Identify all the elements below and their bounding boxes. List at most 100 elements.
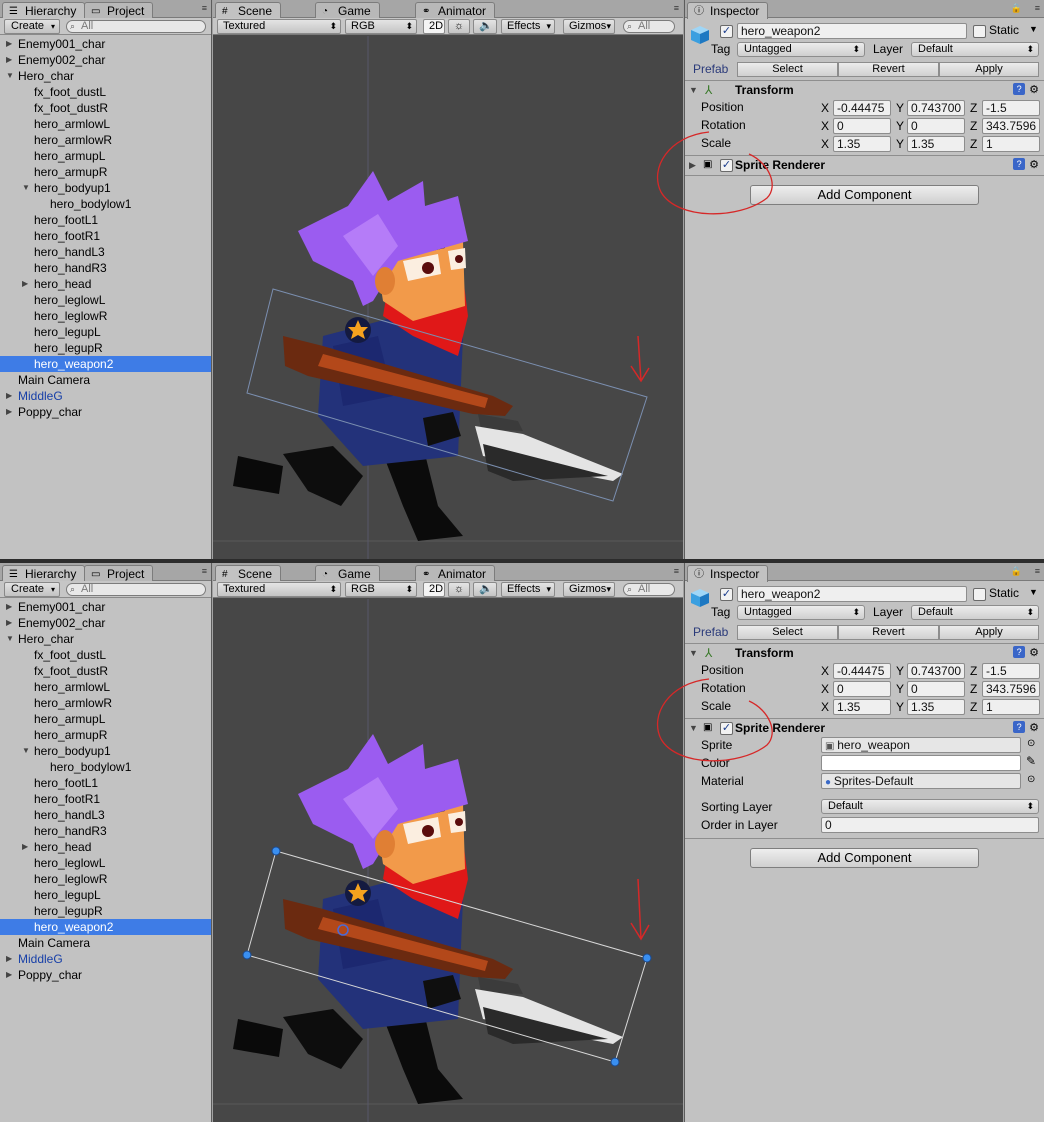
position-z-field[interactable]: -1.5 xyxy=(982,663,1040,679)
rect-handle-bottom-left[interactable] xyxy=(242,950,252,960)
hierarchy-search-input[interactable]: ⌕ All xyxy=(66,583,206,596)
scale-y-field[interactable]: 1.35 xyxy=(907,699,965,715)
prefab-revert-button[interactable]: Revert xyxy=(838,62,939,77)
hierarchy-item[interactable]: hero_legupL xyxy=(0,324,211,340)
caret-down-icon[interactable]: ▼ xyxy=(1029,24,1038,34)
foldout-collapsed-icon[interactable]: ▶ xyxy=(6,52,16,68)
hierarchy-item[interactable]: hero_weapon2 xyxy=(0,356,211,372)
gizmos-dropdown[interactable]: Gizmos ▾ xyxy=(563,19,615,34)
draw-mode-dropdown[interactable]: Textured ⬍ xyxy=(217,582,341,597)
lock-icon[interactable]: 🔒 xyxy=(1011,3,1022,14)
foldout-collapsed-icon[interactable]: ▶ xyxy=(6,388,16,404)
foldout-collapsed-icon[interactable]: ▶ xyxy=(6,599,16,615)
hierarchy-item[interactable]: hero_armupL xyxy=(0,148,211,164)
scene-search-input[interactable]: ⌕ All xyxy=(623,20,675,33)
position-x-field[interactable]: -0.44475 xyxy=(833,100,891,116)
prefab-select-button[interactable]: Select xyxy=(737,625,838,640)
sprite-object-field[interactable]: ▣ hero_weapon xyxy=(821,737,1021,753)
gizmos-dropdown[interactable]: Gizmos ▾ xyxy=(563,582,615,597)
hierarchy-search-input[interactable]: ⌕ All xyxy=(66,20,206,33)
hierarchy-item[interactable]: ▼ hero_bodyup1 xyxy=(0,743,211,759)
hierarchy-item[interactable]: hero_leglowL xyxy=(0,855,211,871)
hierarchy-item[interactable]: ▶ Enemy001_char xyxy=(0,36,211,52)
hierarchy-item[interactable]: hero_armlowL xyxy=(0,116,211,132)
rotation-z-field[interactable]: 343.7596 xyxy=(982,681,1040,697)
scale-z-field[interactable]: 1 xyxy=(982,699,1040,715)
scene-viewport[interactable] xyxy=(213,599,683,1122)
tab-scene[interactable]: # Scene xyxy=(215,565,282,582)
hierarchy-item[interactable]: ▼ Hero_char xyxy=(0,631,211,647)
hierarchy-item[interactable]: ▶ MiddleG xyxy=(0,951,211,967)
foldout-expanded-icon[interactable]: ▼ xyxy=(6,631,16,647)
hierarchy-item[interactable]: hero_handL3 xyxy=(0,244,211,260)
hierarchy-item[interactable]: fx_foot_dustR xyxy=(0,100,211,116)
hierarchy-item[interactable]: fx_foot_dustL xyxy=(0,647,211,663)
eyedropper-icon[interactable]: ✎ xyxy=(1026,754,1036,768)
hierarchy-item[interactable]: ▶ hero_head xyxy=(0,839,211,855)
hierarchy-item[interactable]: hero_legupL xyxy=(0,887,211,903)
foldout-expanded-icon[interactable]: ▼ xyxy=(6,68,16,84)
mode-2d-toggle[interactable]: 2D xyxy=(423,19,445,34)
hierarchy-item[interactable]: fx_foot_dustR xyxy=(0,663,211,679)
lock-icon[interactable]: 🔒 xyxy=(1011,566,1022,577)
prefab-apply-button[interactable]: Apply xyxy=(939,62,1039,77)
effects-dropdown[interactable]: Effects ▾ xyxy=(501,582,555,597)
object-picker-icon[interactable]: ⊙ xyxy=(1027,738,1035,749)
position-x-field[interactable]: -0.44475 xyxy=(833,663,891,679)
active-checkbox[interactable]: ✓ xyxy=(720,588,733,601)
transform-header[interactable]: ▼ ⅄ Transform ? ⚙ xyxy=(685,643,1044,663)
scene-audio-toggle[interactable]: 🔈 xyxy=(473,19,497,34)
foldout-collapsed-icon[interactable]: ▶ xyxy=(6,951,16,967)
prefab-select-button[interactable]: Select xyxy=(737,62,838,77)
foldout-collapsed-icon[interactable]: ▶ xyxy=(6,615,16,631)
hierarchy-item[interactable]: hero_legupR xyxy=(0,340,211,356)
hierarchy-item[interactable]: hero_footR1 xyxy=(0,791,211,807)
transform-header[interactable]: ▼ ⅄ Transform ? ⚙ xyxy=(685,80,1044,100)
tab-inspector[interactable]: ⓘ Inspector xyxy=(687,2,769,19)
prefab-revert-button[interactable]: Revert xyxy=(838,625,939,640)
hierarchy-item[interactable]: ▶ MiddleG xyxy=(0,388,211,404)
scene-lighting-toggle[interactable]: ☼ xyxy=(448,582,470,597)
rotation-x-field[interactable]: 0 xyxy=(833,681,891,697)
help-icon[interactable]: ? xyxy=(1013,646,1026,658)
tab-scene[interactable]: # Scene xyxy=(215,2,282,19)
pane-menu-icon[interactable]: ≡ xyxy=(674,566,679,576)
scale-y-field[interactable]: 1.35 xyxy=(907,136,965,152)
hierarchy-item[interactable]: ▶ Enemy001_char xyxy=(0,599,211,615)
tab-animator[interactable]: ⚭ Animator xyxy=(415,2,496,18)
scene-audio-toggle[interactable]: 🔈 xyxy=(473,582,497,597)
foldout-expanded-icon[interactable]: ▼ xyxy=(689,81,698,99)
rect-handle-top-left[interactable] xyxy=(271,846,281,856)
layer-dropdown[interactable]: Default ⬍ xyxy=(911,605,1039,620)
hierarchy-item[interactable]: hero_footL1 xyxy=(0,212,211,228)
rotation-y-field[interactable]: 0 xyxy=(907,118,965,134)
foldout-collapsed-icon[interactable]: ▶ xyxy=(22,276,32,292)
hierarchy-item[interactable]: hero_armlowR xyxy=(0,695,211,711)
pane-menu-icon[interactable]: ≡ xyxy=(1035,566,1040,576)
position-y-field[interactable]: 0.743700 xyxy=(907,100,965,116)
hierarchy-item[interactable]: hero_armupR xyxy=(0,164,211,180)
tab-hierarchy[interactable]: ☰ Hierarchy xyxy=(2,565,86,582)
hierarchy-item[interactable]: hero_footR1 xyxy=(0,228,211,244)
effects-dropdown[interactable]: Effects ▾ xyxy=(501,19,555,34)
hierarchy-item[interactable]: ▶ Enemy002_char xyxy=(0,615,211,631)
hierarchy-item[interactable]: ▶ hero_head xyxy=(0,276,211,292)
pane-menu-icon[interactable]: ≡ xyxy=(674,3,679,13)
gear-icon[interactable]: ⚙ xyxy=(1029,159,1039,171)
caret-down-icon[interactable]: ▼ xyxy=(1029,587,1038,597)
tab-project[interactable]: ▭ Project xyxy=(84,2,154,18)
rotation-x-field[interactable]: 0 xyxy=(833,118,891,134)
foldout-collapsed-icon[interactable]: ▶ xyxy=(6,967,16,983)
hierarchy-item[interactable]: ▶ Enemy002_char xyxy=(0,52,211,68)
rect-handle-bottom-right[interactable] xyxy=(610,1057,620,1067)
material-object-field[interactable]: ● Sprites-Default xyxy=(821,773,1021,789)
create-button[interactable]: Create ▾ xyxy=(4,19,60,34)
scene-viewport[interactable] xyxy=(213,36,683,559)
foldout-expanded-icon[interactable]: ▼ xyxy=(22,180,32,196)
hierarchy-item[interactable]: hero_bodylow1 xyxy=(0,759,211,775)
gear-icon[interactable]: ⚙ xyxy=(1029,84,1039,96)
hierarchy-item[interactable]: hero_handL3 xyxy=(0,807,211,823)
tab-project[interactable]: ▭ Project xyxy=(84,565,154,581)
help-icon[interactable]: ? xyxy=(1013,158,1026,170)
static-checkbox[interactable] xyxy=(973,25,986,38)
